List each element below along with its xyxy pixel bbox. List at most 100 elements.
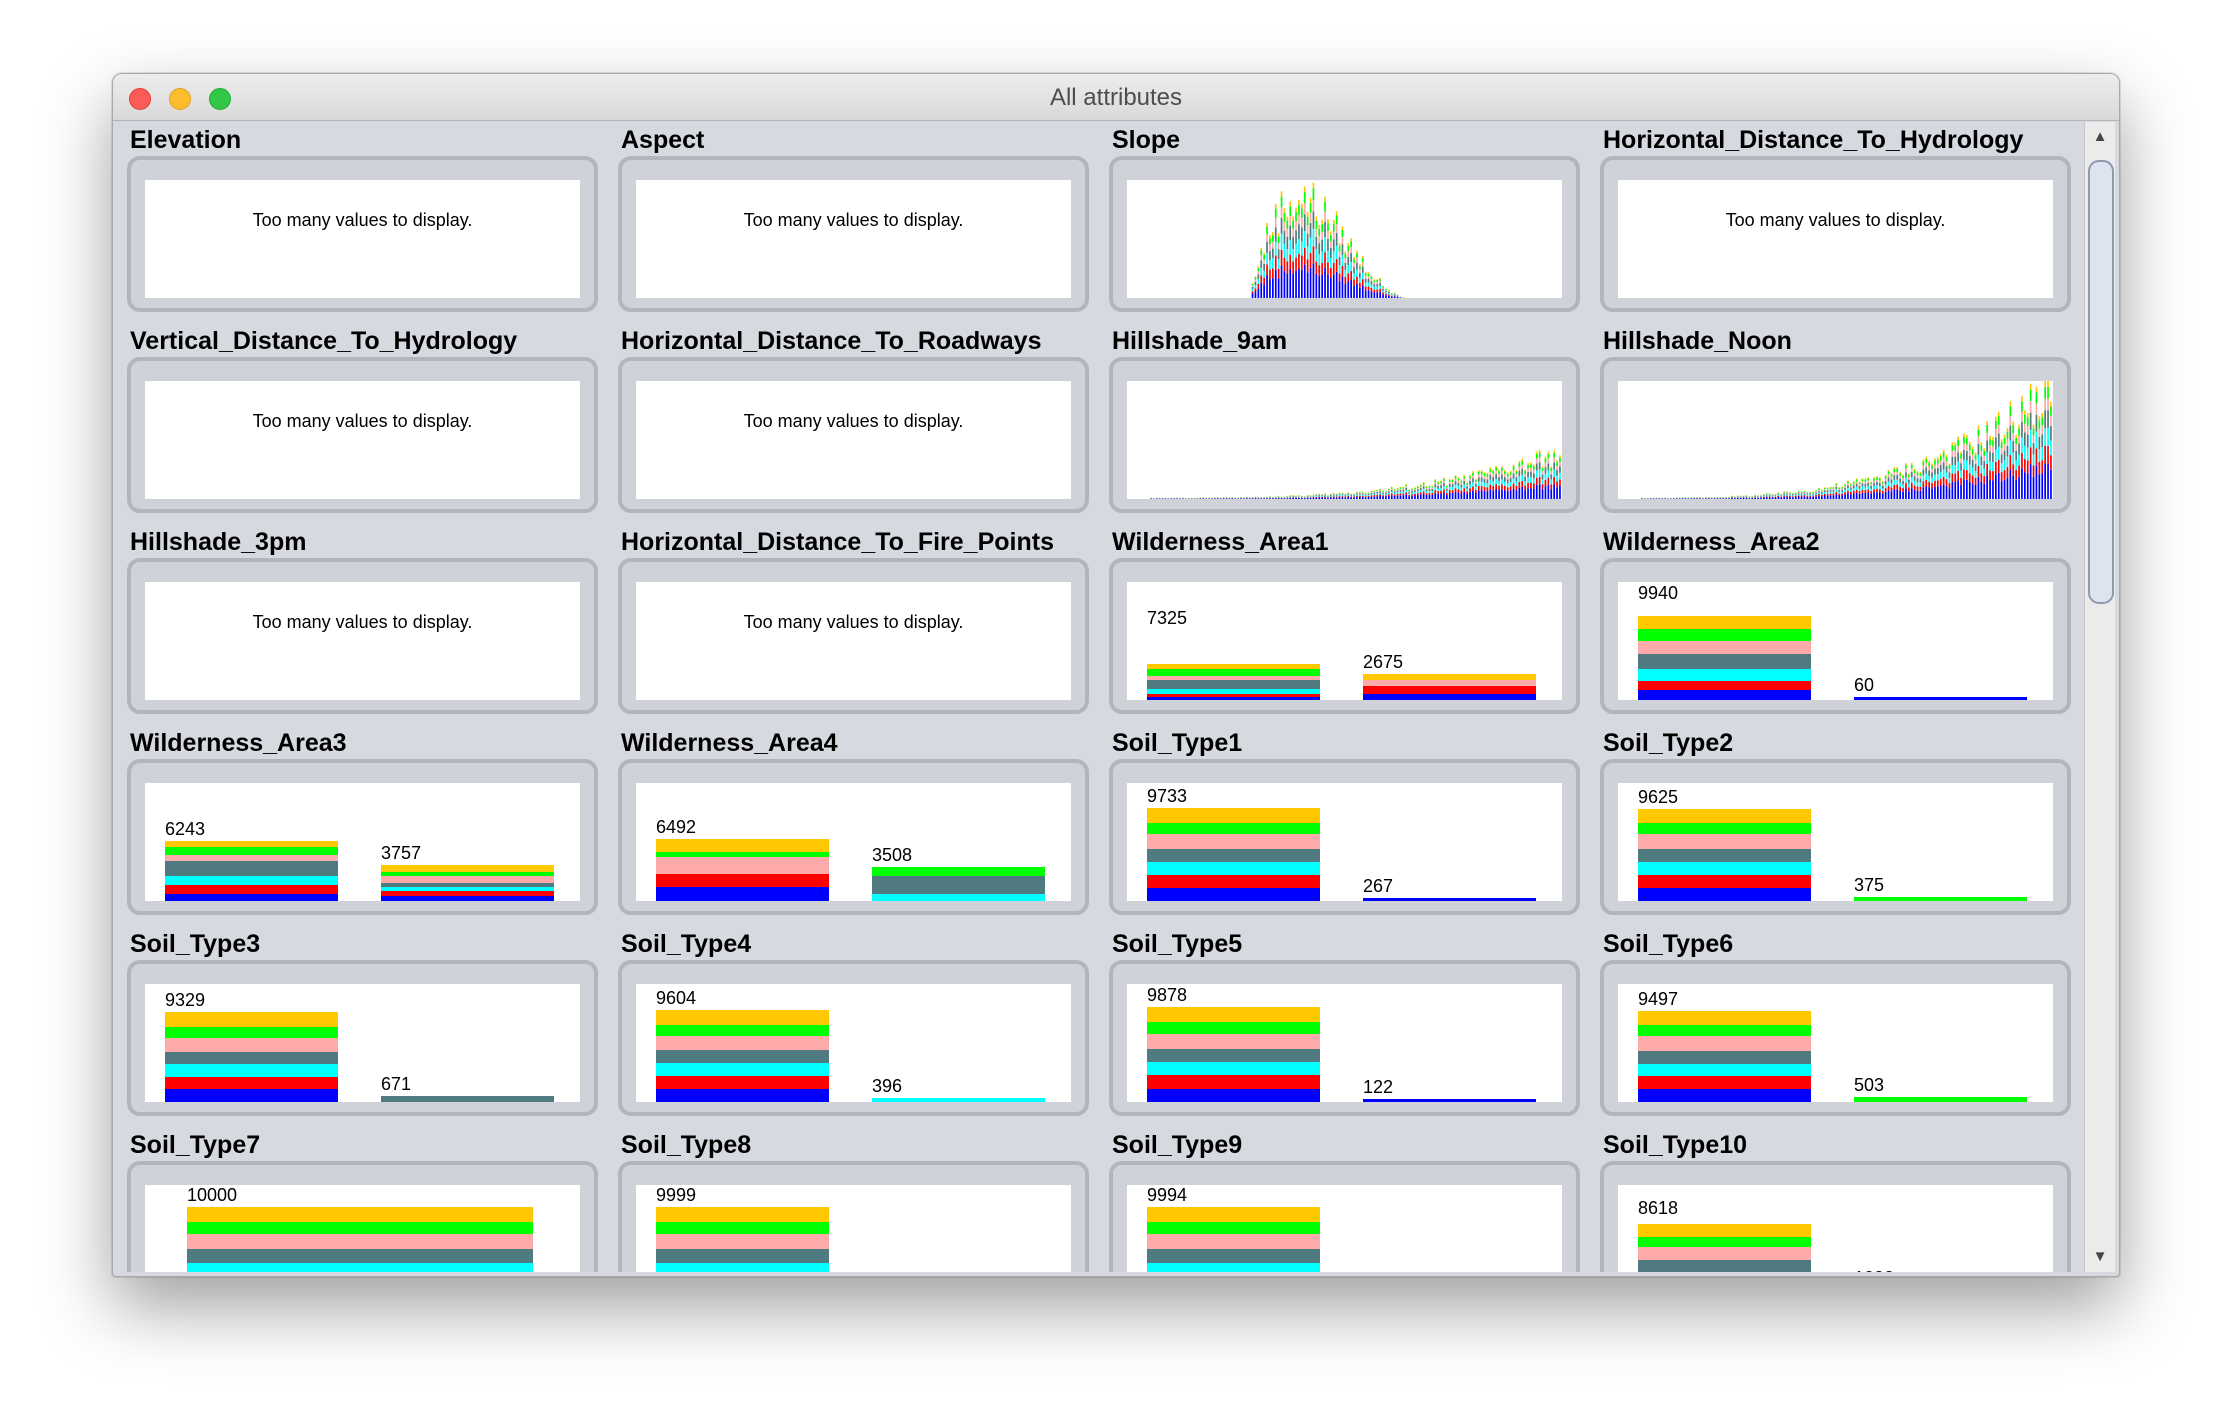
histogram-bar xyxy=(2029,401,2032,413)
histogram-bar xyxy=(1443,486,1445,490)
histogram-bar xyxy=(1373,279,1376,281)
attribute-cell[interactable]: Hillshade_3pm Too many values to display. xyxy=(119,524,599,724)
attribute-cell[interactable]: Horizontal_Distance_To_Fire_Points Too ma… xyxy=(610,524,1090,724)
histogram-bar xyxy=(1295,257,1297,271)
histogram-bar xyxy=(1437,493,1439,499)
vertical-scrollbar[interactable]: ▲ ▼ xyxy=(2084,122,2115,1272)
histogram-bar xyxy=(1713,498,1716,499)
histogram-bar xyxy=(1928,462,1930,467)
histogram-bar xyxy=(1951,473,1954,482)
histogram-bar xyxy=(1716,498,1719,499)
histogram-bar xyxy=(1289,496,1292,498)
histogram-bar xyxy=(1359,272,1361,278)
histogram-bar xyxy=(1838,487,1841,489)
attribute-cell[interactable]: Hillshade_9am xyxy=(1101,323,1581,523)
attribute-visualization-panel[interactable]: 9733 267 xyxy=(1109,759,1580,915)
histogram-bar xyxy=(1443,492,1445,499)
scroll-up-icon[interactable]: ▲ xyxy=(2085,124,2115,150)
attribute-visualization-panel[interactable]: 6492 3508 xyxy=(618,759,1089,915)
histogram-bar xyxy=(1440,481,1442,484)
histogram-bar xyxy=(1428,492,1431,495)
attribute-cell[interactable]: Soil_Type3 9329 671 xyxy=(119,926,599,1126)
attribute-cell[interactable]: Horizontal_Distance_To_Roadways Too many … xyxy=(610,323,1090,523)
histogram-bar xyxy=(1434,480,1437,483)
histogram-bar xyxy=(2006,467,2009,478)
attribute-visualization-panel[interactable]: 9604 396 xyxy=(618,960,1089,1116)
attribute-visualization-panel[interactable]: 9329 671 xyxy=(127,960,598,1116)
attribute-cell[interactable]: Wilderness_Area1 7325 2675 xyxy=(1101,524,1581,724)
attribute-cell[interactable]: Elevation Too many values to display. xyxy=(119,122,599,322)
histogram-bar xyxy=(1864,478,1867,480)
histogram-bar xyxy=(1440,485,1442,488)
histogram-bar xyxy=(1823,487,1826,488)
attribute-visualization-panel[interactable]: Too many values to display. xyxy=(618,357,1089,513)
attribute-visualization-panel[interactable]: Too many values to display. xyxy=(1600,156,2071,312)
bar-segment xyxy=(165,1076,338,1090)
attribute-cell[interactable]: Soil_Type7 10000 xyxy=(119,1127,599,1272)
histogram-bar xyxy=(1902,488,1904,492)
histogram-bar xyxy=(1835,491,1838,495)
attribute-visualization-panel[interactable]: Too many values to display. xyxy=(618,558,1089,714)
histogram-bar xyxy=(1422,484,1425,487)
scrollbar-thumb[interactable] xyxy=(2088,160,2114,604)
attribute-cell[interactable]: Hillshade_Noon xyxy=(1592,323,2072,523)
attribute-cell[interactable]: Soil_Type8 9999 xyxy=(610,1127,1090,1272)
attribute-visualization-panel[interactable]: Too many values to display. xyxy=(618,156,1089,312)
histogram-bar xyxy=(1521,458,1524,461)
histogram-bar xyxy=(1335,272,1338,298)
histogram-bar xyxy=(1335,245,1338,259)
histogram-bar xyxy=(1544,456,1547,459)
histogram-bar xyxy=(1260,498,1263,499)
attribute-visualization-panel[interactable]: 10000 xyxy=(127,1161,598,1272)
attribute-visualization-panel[interactable]: 9625 375 xyxy=(1600,759,2071,915)
attribute-cell[interactable]: Wilderness_Area4 6492 3508 xyxy=(610,725,1090,925)
histogram-bar xyxy=(1873,480,1875,483)
histogram-bar xyxy=(1916,472,1919,476)
histogram-bar xyxy=(1286,249,1289,262)
histogram-bar xyxy=(2029,464,2032,499)
attribute-visualization-panel[interactable]: 9940 60 xyxy=(1600,558,2071,714)
attribute-visualization-panel[interactable]: 9878 122 xyxy=(1109,960,1580,1116)
attribute-grid[interactable]: Elevation Too many values to display. Aspe… xyxy=(119,122,2083,1272)
attribute-cell[interactable]: Wilderness_Area2 9940 60 xyxy=(1592,524,2072,724)
attribute-visualization-panel[interactable]: 86181382 xyxy=(1600,1161,2071,1272)
attribute-cell[interactable]: Horizontal_Distance_To_Hydrology Too many… xyxy=(1592,122,2072,322)
attribute-visualization-panel[interactable]: 7325 2675 xyxy=(1109,558,1580,714)
histogram-bar xyxy=(1422,491,1425,494)
attribute-cell[interactable]: Vertical_Distance_To_Hydrology Too many v… xyxy=(119,323,599,523)
histogram-bar xyxy=(1338,245,1341,252)
attribute-cell[interactable]: Soil_Type5 9878 122 xyxy=(1101,926,1581,1126)
attribute-cell[interactable]: Slope xyxy=(1101,122,1581,322)
attribute-cell[interactable]: Wilderness_Area3 6243 3757 xyxy=(119,725,599,925)
attribute-cell[interactable]: Aspect Too many values to display. xyxy=(610,122,1090,322)
attribute-visualization-panel[interactable]: 9497 503 xyxy=(1600,960,2071,1116)
attribute-cell[interactable]: Soil_Type6 9497 503 xyxy=(1592,926,2072,1126)
histogram-bar xyxy=(1960,484,1962,499)
scroll-down-icon[interactable]: ▼ xyxy=(2085,1244,2115,1270)
histogram-bar xyxy=(1771,495,1774,497)
histogram-bar xyxy=(1922,487,1925,499)
histogram-bar xyxy=(1385,492,1387,494)
bar-segment xyxy=(187,1207,533,1223)
histogram-bar xyxy=(1881,482,1884,484)
histogram-bar xyxy=(1353,259,1355,264)
histogram-bar xyxy=(1707,498,1710,499)
attribute-visualization-panel[interactable]: 9994 xyxy=(1109,1161,1580,1272)
histogram-bar xyxy=(1835,482,1838,484)
attribute-cell[interactable]: Soil_Type4 9604 396 xyxy=(610,926,1090,1126)
attribute-visualization-panel[interactable]: Too many values to display. xyxy=(127,156,598,312)
attribute-visualization-panel[interactable] xyxy=(1600,357,2071,513)
histogram-bar xyxy=(1382,493,1384,496)
attribute-visualization-panel[interactable]: Too many values to display. xyxy=(127,357,598,513)
attribute-visualization-panel[interactable] xyxy=(1109,156,1580,312)
attribute-visualization-panel[interactable]: 9999 xyxy=(618,1161,1089,1272)
attribute-cell[interactable]: Soil_Type1 9733 267 xyxy=(1101,725,1581,925)
histogram-bar xyxy=(1301,498,1303,499)
attribute-cell[interactable]: Soil_Type1086181382 xyxy=(1592,1127,2072,1272)
histogram-bar xyxy=(2041,473,2044,499)
attribute-cell[interactable]: Soil_Type9 9994 xyxy=(1101,1127,1581,1272)
attribute-visualization-panel[interactable]: 6243 3757 xyxy=(127,759,598,915)
attribute-visualization-panel[interactable] xyxy=(1109,357,1580,513)
attribute-visualization-panel[interactable]: Too many values to display. xyxy=(127,558,598,714)
attribute-cell[interactable]: Soil_Type2 9625 375 xyxy=(1592,725,2072,925)
